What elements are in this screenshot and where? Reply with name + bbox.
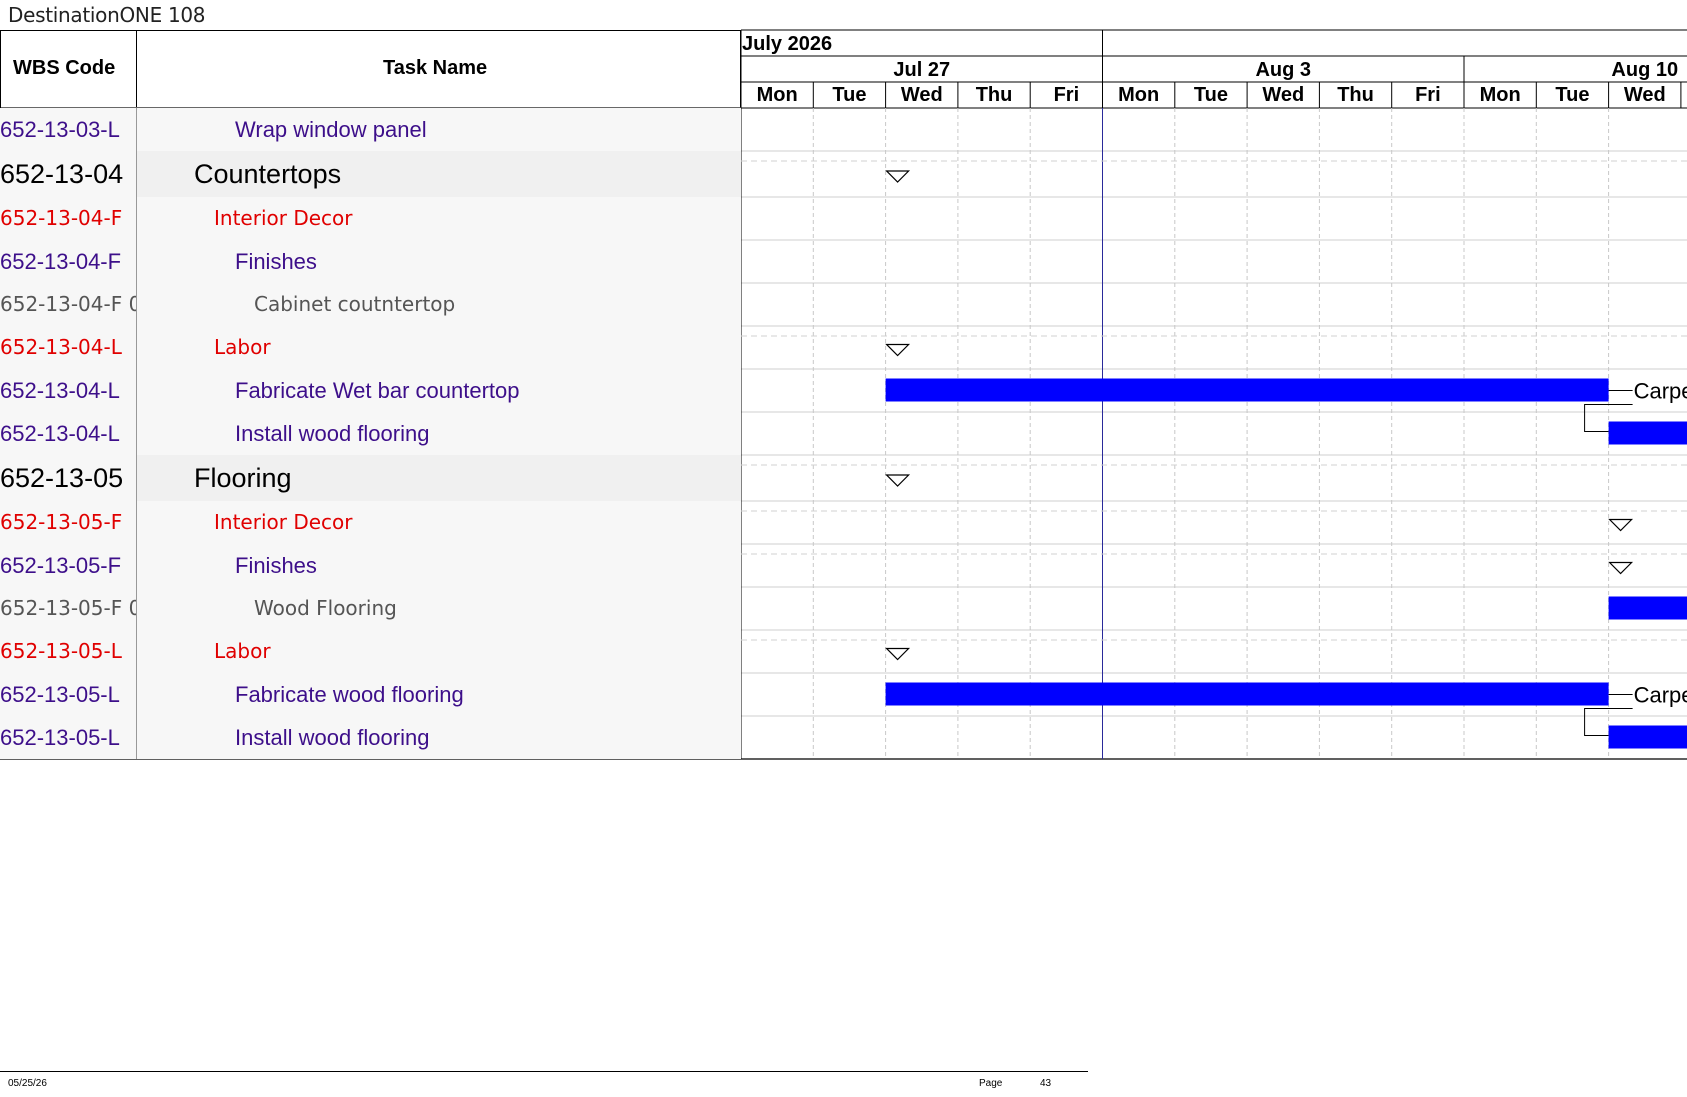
row-task-name[interactable]: Install wood flooring (137, 412, 741, 455)
row-wbs-code[interactable]: 652-13-04-L (0, 326, 136, 369)
summary-milestone-marker (1608, 518, 1634, 532)
row-wbs-code[interactable]: 652-13-05-F (0, 501, 136, 544)
day-label: Mon (1118, 84, 1159, 106)
row-task-name[interactable]: Cabinet coutntertop (137, 283, 741, 326)
row-wbs-code[interactable]: 652-13-04-F (0, 197, 136, 240)
week-label: Aug 3 (1255, 59, 1311, 81)
task-bar (1608, 725, 1687, 749)
row-task-name[interactable]: Wrap window panel (137, 108, 741, 151)
summary-milestone-marker (885, 343, 911, 357)
day-label: Mon (1480, 84, 1521, 106)
row-task-name[interactable]: Finishes (137, 544, 741, 587)
day-label: Mon (757, 84, 798, 106)
row-task-name[interactable]: Flooring (137, 455, 741, 501)
row-task-name[interactable]: Install wood flooring (137, 716, 741, 759)
footer-date: 05/25/26 (8, 1078, 47, 1089)
row-wbs-code[interactable]: 652-13-05-L (0, 716, 136, 759)
row-wbs-code[interactable]: 652-13-05-L (0, 673, 136, 716)
row-wbs-code[interactable]: 652-13-04 (0, 151, 136, 197)
week-label: Aug 10 (1611, 59, 1678, 81)
footer-divider (0, 1071, 1088, 1072)
day-label: Fri (1415, 84, 1441, 106)
month-label: July 2026 (742, 33, 832, 55)
day-label: Tue (1555, 84, 1589, 106)
row-wbs-code[interactable]: 652-13-04-F 0 (0, 283, 136, 326)
row-task-name[interactable]: Interior Decor (137, 197, 741, 240)
row-task-name[interactable]: Wood Flooring (137, 587, 741, 630)
task-bar (1608, 596, 1687, 620)
row-task-name[interactable]: Labor (137, 326, 741, 369)
row-task-name[interactable]: Fabricate Wet bar countertop (137, 369, 741, 412)
bar-resource-label: Carpe (1634, 683, 1687, 708)
task-bar (885, 378, 1609, 402)
row-wbs-code[interactable]: 652-13-03-L (0, 108, 136, 151)
footer-page-number: 43 (1040, 1078, 1052, 1089)
day-label: Thu (1337, 84, 1374, 106)
row-wbs-code[interactable]: 652-13-04-F (0, 240, 136, 283)
day-label: Wed (1624, 84, 1666, 106)
bar-resource-label: Carpe (1634, 379, 1687, 404)
day-label: Tue (1194, 84, 1228, 106)
task-bar (1608, 421, 1687, 445)
summary-milestone-marker (885, 170, 911, 183)
week-label: Jul 27 (893, 59, 950, 81)
summary-milestone-marker (1608, 561, 1634, 575)
row-task-name[interactable]: Interior Decor (137, 501, 741, 544)
row-wbs-code[interactable]: 652-13-04-L (0, 412, 136, 455)
task-bar (885, 682, 1609, 706)
row-task-name[interactable]: Fabricate wood flooring (137, 673, 741, 716)
row-task-name[interactable]: Labor (137, 630, 741, 673)
row-wbs-code[interactable]: 652-13-05-F (0, 544, 136, 587)
day-label: Fri (1054, 84, 1080, 106)
row-wbs-code[interactable]: 652-13-05-L (0, 630, 136, 673)
row-task-name[interactable]: Countertops (137, 151, 741, 197)
row-wbs-code[interactable]: 652-13-04-L (0, 369, 136, 412)
summary-milestone-marker (885, 474, 911, 487)
summary-milestone-marker (885, 647, 911, 661)
row-wbs-code[interactable]: 652-13-05-F 0 (0, 587, 136, 630)
day-label: Wed (1262, 84, 1304, 106)
row-wbs-code[interactable]: 652-13-05 (0, 455, 136, 501)
row-task-name[interactable]: Finishes (137, 240, 741, 283)
footer-page-label: Page (979, 1078, 1003, 1089)
day-label: Wed (901, 84, 943, 106)
day-label: Thu (976, 84, 1013, 106)
day-label: Tue (832, 84, 866, 106)
